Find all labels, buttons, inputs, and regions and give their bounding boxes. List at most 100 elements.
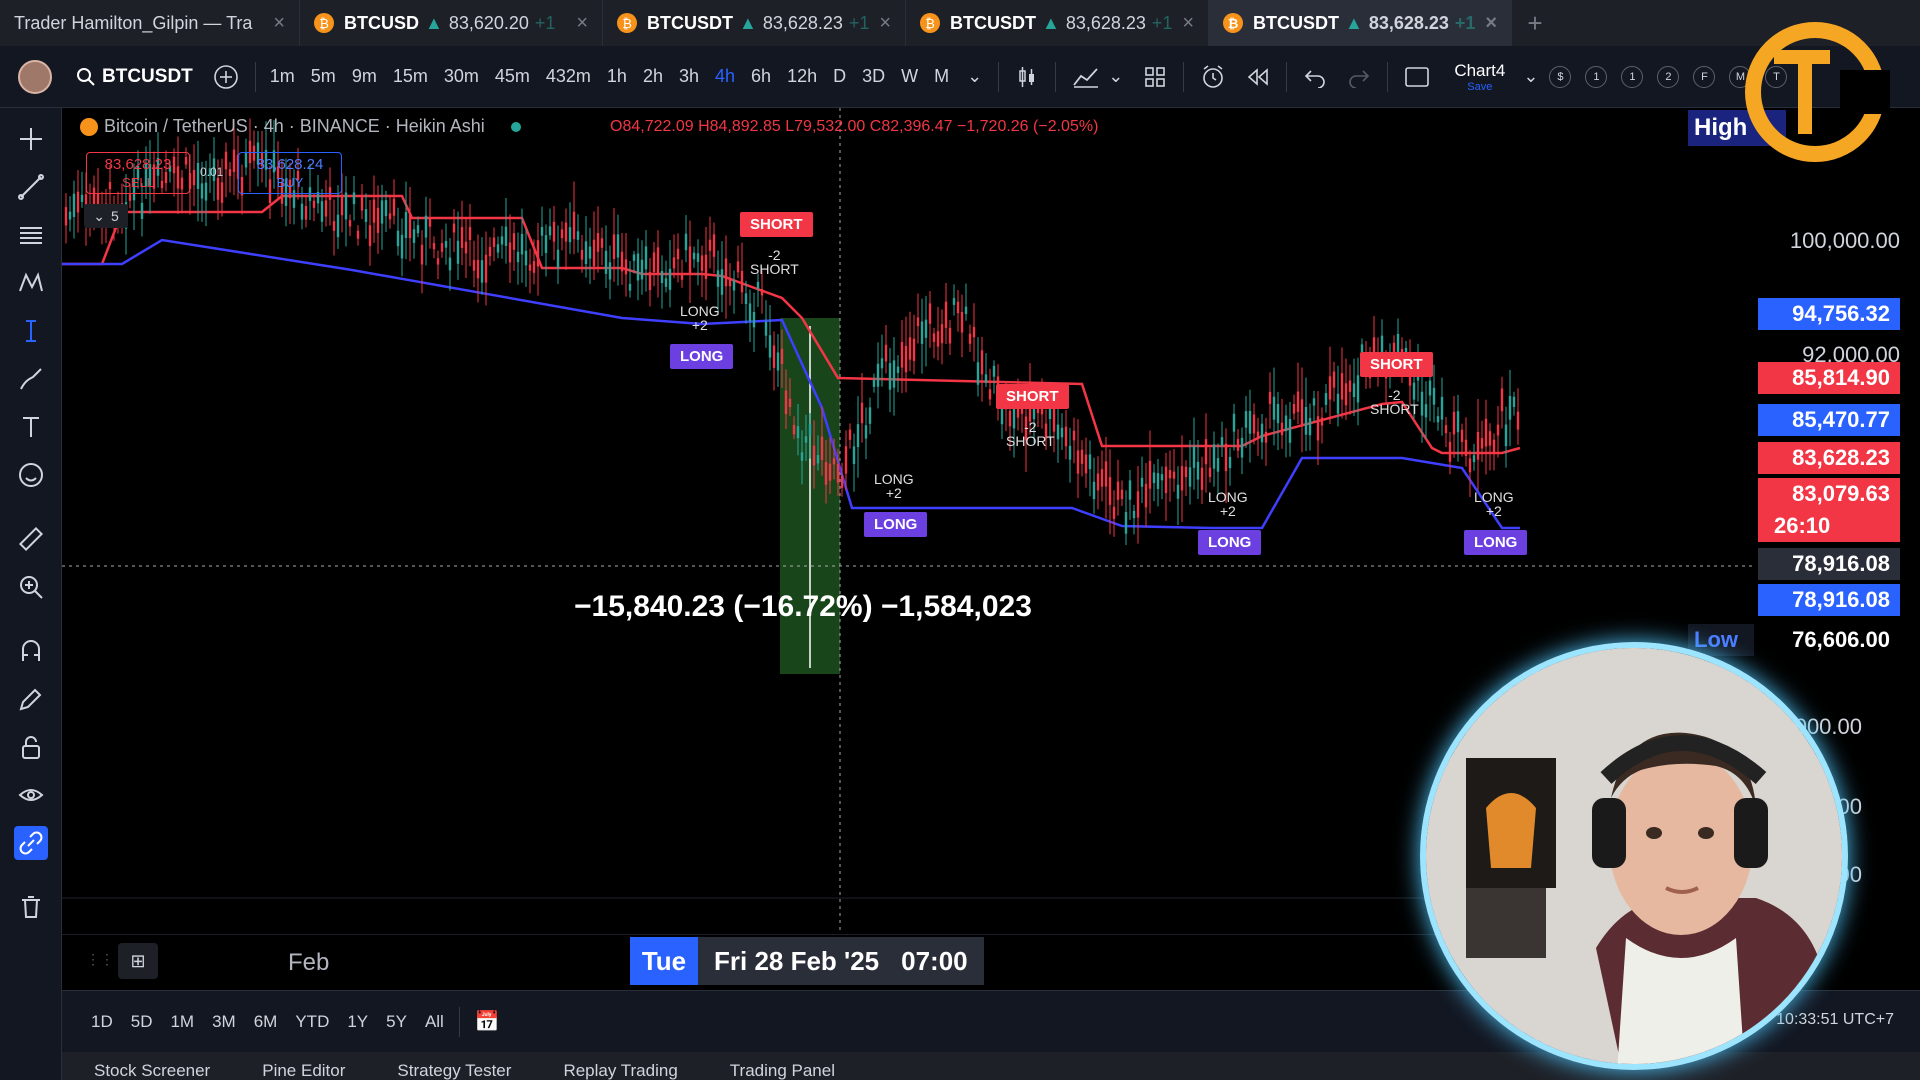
browser-tab[interactable]: ₿ BTCUSD ▲ 83,620.20 +1 × (300, 0, 603, 46)
eye-icon[interactable] (14, 778, 48, 812)
candles-icon[interactable] (1005, 46, 1049, 108)
range-3m[interactable]: 3M (203, 1012, 245, 1032)
interval-5m[interactable]: 5m (303, 46, 344, 108)
candle-body (656, 247, 660, 275)
buy-button[interactable]: 83,628.24 BUY (238, 152, 342, 194)
browser-tab[interactable]: Trader Hamilton_Gilpin — Tra × (0, 0, 300, 46)
interval-9m[interactable]: 9m (344, 46, 385, 108)
interval-D[interactable]: D (825, 46, 854, 108)
alert-button[interactable] (1190, 46, 1236, 108)
range-6m[interactable]: 6M (245, 1012, 287, 1032)
range-1d[interactable]: 1D (82, 1012, 122, 1032)
browser-tab-active[interactable]: ₿ BTCUSDT ▲ 83,628.23 +1 × (1209, 0, 1512, 46)
extension-button[interactable]: F (1693, 65, 1716, 88)
interval-30m[interactable]: 30m (436, 46, 487, 108)
text-cursor-icon[interactable] (14, 314, 48, 348)
panel-tab[interactable]: Stock Screener (62, 1052, 230, 1080)
browser-tab[interactable]: ₿ BTCUSDT ▲ 83,628.23 +1 × (906, 0, 1209, 46)
text-icon[interactable] (14, 410, 48, 444)
fullscreen-button[interactable] (1394, 46, 1440, 108)
price-label: 76,606.00 (1758, 624, 1900, 656)
candle-body (540, 227, 544, 236)
legend-title[interactable]: Bitcoin / TetherUS · 4h · BINANCE · Heik… (104, 116, 485, 137)
chevron-down-icon[interactable]: ⌄ (1519, 46, 1542, 108)
candle-body (712, 234, 716, 257)
browser-tab[interactable]: ₿ BTCUSDT ▲ 83,628.23 +1 × (603, 0, 906, 46)
lock-icon[interactable] (14, 730, 48, 764)
interval-6h[interactable]: 6h (743, 46, 779, 108)
layouts-button[interactable] (1133, 46, 1177, 108)
sell-button[interactable]: 83,628.23 SELL (86, 152, 190, 194)
interval-45m[interactable]: 45m (487, 46, 538, 108)
rewind-icon (1248, 67, 1269, 86)
interval-2h[interactable]: 2h (635, 46, 671, 108)
brush-icon[interactable] (14, 362, 48, 396)
range-5d[interactable]: 5D (122, 1012, 162, 1032)
range-1m[interactable]: 1M (161, 1012, 203, 1032)
candle-body (300, 203, 304, 220)
candle-body (532, 261, 536, 273)
trend-line-icon[interactable] (14, 170, 48, 204)
symbol-search[interactable]: BTCUSDT (66, 46, 203, 108)
magnet-icon[interactable] (14, 634, 48, 668)
candle-body (1172, 471, 1176, 479)
close-icon[interactable]: × (879, 12, 891, 35)
close-icon[interactable]: × (273, 12, 285, 35)
candle-body (948, 327, 952, 344)
fib-lines-icon[interactable] (14, 218, 48, 252)
range-1y[interactable]: 1Y (338, 1012, 377, 1032)
quantity-stepper[interactable]: ⌄ 5 (84, 204, 128, 228)
panel-tab[interactable]: Trading Panel (698, 1052, 855, 1080)
interval-432m[interactable]: 432m (538, 46, 599, 108)
trash-icon[interactable] (14, 890, 48, 924)
new-tab-icon[interactable]: + (1512, 0, 1558, 46)
user-avatar[interactable] (18, 59, 52, 94)
object-tree-icon[interactable]: ⊞ (118, 943, 158, 979)
close-icon[interactable]: × (576, 12, 588, 35)
indicators-button[interactable]: ⌄ (1062, 46, 1133, 108)
ruler-icon[interactable] (14, 522, 48, 556)
replay-button[interactable] (1236, 46, 1280, 108)
emoji-icon[interactable] (14, 458, 48, 492)
range-all[interactable]: All (416, 1012, 453, 1032)
interval-1h[interactable]: 1h (599, 46, 635, 108)
calendar-icon[interactable]: 📅 (466, 1009, 509, 1034)
tab-price: 83,628.23 (1368, 12, 1449, 33)
extension-button[interactable]: 1 (1621, 65, 1644, 88)
redo-button[interactable] (1337, 46, 1381, 108)
candle-body (1244, 411, 1248, 428)
interval-M[interactable]: M (926, 46, 957, 108)
extension-button[interactable]: 2 (1657, 65, 1680, 88)
layout-save-button[interactable]: Chart4 Save (1440, 46, 1519, 108)
extension-button[interactable]: 1 (1585, 65, 1608, 88)
close-icon[interactable]: × (1485, 12, 1497, 35)
interval-4h[interactable]: 4h (707, 46, 743, 108)
interval-1m[interactable]: 1m (262, 46, 303, 108)
interval-3h[interactable]: 3h (671, 46, 707, 108)
compare-button[interactable] (203, 46, 249, 108)
candle-body (344, 192, 348, 220)
close-icon[interactable]: × (1182, 12, 1194, 35)
panel-tab[interactable]: Pine Editor (230, 1052, 365, 1080)
candle-body (736, 261, 740, 273)
extension-button[interactable]: $ (1549, 65, 1572, 88)
zoom-in-icon[interactable] (14, 570, 48, 604)
pencil-lock-icon[interactable] (14, 682, 48, 716)
clock[interactable]: 10:33:51 UTC+7 (1776, 1011, 1894, 1029)
interval-W[interactable]: W (893, 46, 926, 108)
undo-button[interactable] (1293, 46, 1337, 108)
redo-icon (1349, 69, 1370, 88)
drag-handle-icon[interactable]: ⋮⋮ (86, 951, 114, 968)
panel-tab[interactable]: Strategy Tester (365, 1052, 531, 1080)
chevron-down-icon[interactable]: ⌄ (957, 46, 992, 108)
interval-12h[interactable]: 12h (779, 46, 825, 108)
range-ytd[interactable]: YTD (286, 1012, 338, 1032)
candle-body (1344, 383, 1348, 406)
link-icon[interactable] (14, 826, 48, 860)
pattern-icon[interactable] (14, 266, 48, 300)
panel-tab[interactable]: Replay Trading (531, 1052, 697, 1080)
range-5y[interactable]: 5Y (377, 1012, 416, 1032)
interval-15m[interactable]: 15m (385, 46, 436, 108)
crosshair-icon[interactable] (14, 122, 48, 156)
interval-3D[interactable]: 3D (854, 46, 893, 108)
